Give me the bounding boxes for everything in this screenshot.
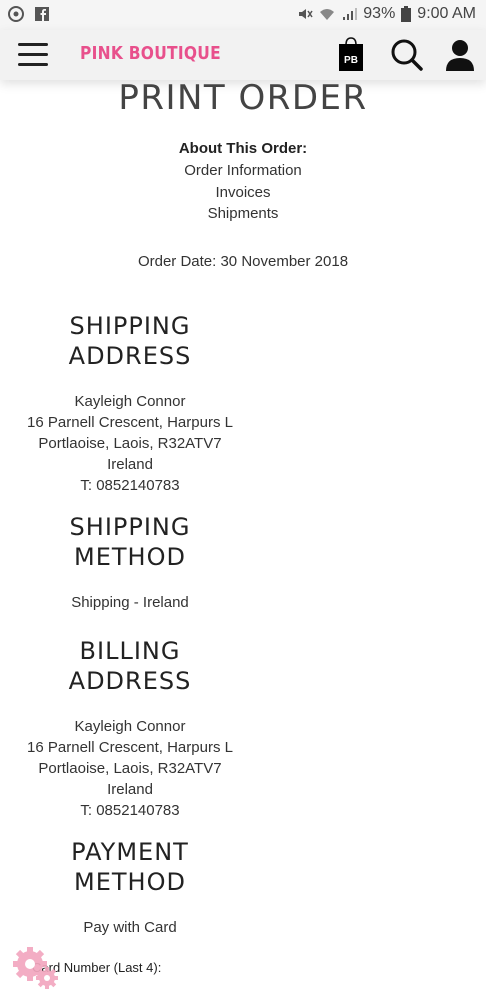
status-bar: 93% 9:00 AM bbox=[0, 0, 486, 30]
section-title: PAYMENT METHOD bbox=[71, 838, 189, 896]
page-title: PRINT ORDER bbox=[118, 78, 368, 118]
address-street: 16 Parnell Crescent, Harpurs L bbox=[27, 414, 233, 431]
order-date: Order Date: 30 November 2018 bbox=[137, 253, 349, 270]
address-block: Kayleigh Connor 16 Parnell Crescent, Har… bbox=[0, 391, 260, 496]
account-icon[interactable] bbox=[444, 38, 476, 72]
battery-icon bbox=[401, 6, 412, 22]
address-street: 16 Parnell Crescent, Harpurs L bbox=[27, 739, 233, 756]
wifi-icon bbox=[320, 9, 335, 20]
order-information-link[interactable]: Order Information bbox=[0, 160, 486, 182]
address-block: Kayleigh Connor 16 Parnell Crescent, Har… bbox=[0, 716, 260, 821]
address-name: Kayleigh Connor bbox=[74, 718, 186, 735]
settings-gears-icon[interactable] bbox=[10, 944, 60, 990]
section-title: SHIPPING METHOD bbox=[69, 513, 191, 571]
invoices-link[interactable]: Invoices bbox=[0, 182, 486, 204]
address-country: Ireland bbox=[107, 781, 153, 798]
signal-icon bbox=[343, 8, 358, 20]
payment-method-section: PAYMENT METHOD Pay with Card bbox=[0, 837, 260, 938]
section-title: BILLING ADDRESS bbox=[68, 637, 192, 695]
payment-method-value: Pay with Card bbox=[83, 919, 177, 936]
address-phone: T: 0852140783 bbox=[80, 477, 180, 494]
shipping-method-section: SHIPPING METHOD Shipping - Ireland bbox=[0, 512, 260, 613]
shipping-method-value: Shipping - Ireland bbox=[71, 594, 189, 611]
app-header: PINK BOUTIQUE PB bbox=[0, 30, 486, 80]
search-icon[interactable] bbox=[390, 38, 424, 72]
section-title: SHIPPING ADDRESS bbox=[68, 312, 192, 370]
about-order-section: About This Order: Order Information Invo… bbox=[0, 140, 486, 225]
cart-bag-icon[interactable]: PB bbox=[338, 36, 364, 72]
brand-logo[interactable]: PINK BOUTIQUE bbox=[80, 43, 221, 64]
billing-address-section: BILLING ADDRESS Kayleigh Connor 16 Parne… bbox=[0, 636, 260, 821]
address-city: Portlaoise, Laois, R32ATV7 bbox=[38, 760, 222, 777]
address-name: Kayleigh Connor bbox=[74, 393, 186, 410]
battery-percent: 93% bbox=[363, 5, 396, 22]
about-heading: About This Order: bbox=[178, 140, 308, 157]
facebook-icon bbox=[35, 7, 49, 21]
shipments-link[interactable]: Shipments bbox=[0, 203, 486, 225]
menu-icon[interactable] bbox=[16, 40, 50, 70]
address-city: Portlaoise, Laois, R32ATV7 bbox=[38, 435, 222, 452]
chrome-icon bbox=[8, 6, 24, 22]
bag-label: PB bbox=[344, 55, 358, 66]
shipping-address-section: SHIPPING ADDRESS Kayleigh Connor 16 Parn… bbox=[0, 311, 260, 496]
clock: 9:00 AM bbox=[417, 5, 476, 22]
address-phone: T: 0852140783 bbox=[80, 802, 180, 819]
mute-icon bbox=[299, 9, 313, 19]
address-country: Ireland bbox=[107, 456, 153, 473]
